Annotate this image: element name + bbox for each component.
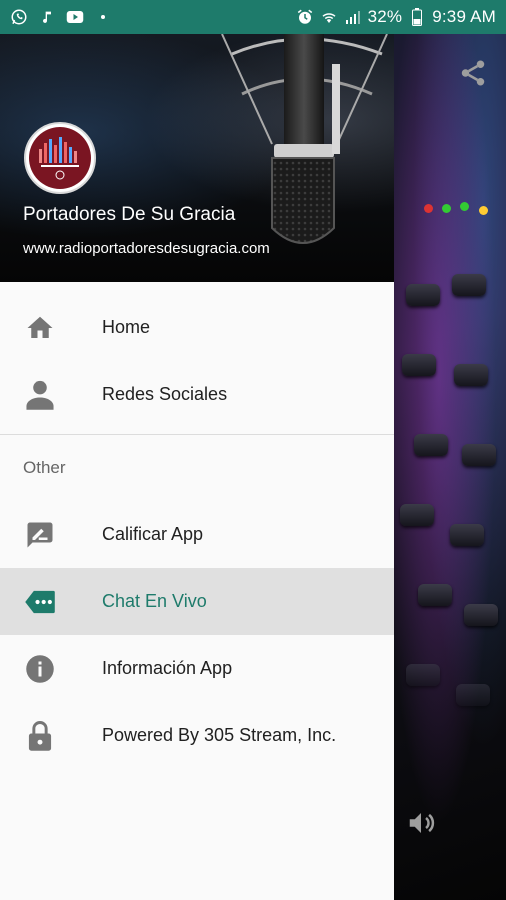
menu-item-home[interactable]: Home [0, 294, 394, 361]
youtube-icon [66, 8, 84, 26]
alarm-icon [296, 8, 314, 26]
menu-item-redes-sociales[interactable]: Redes Sociales [0, 361, 394, 428]
mixer-knob [402, 354, 436, 376]
menu-item-label: Home [102, 317, 151, 337]
menu-item-label: Chat En Vivo [102, 591, 207, 611]
drawer-header: Portadores De Su Gracia www.radioportado… [0, 34, 394, 282]
menu-item-calificar-app[interactable]: Calificar App [0, 501, 394, 568]
rate-review-icon [24, 519, 56, 551]
menu-item-label: Calificar App [102, 524, 204, 544]
mixer-knob [418, 584, 452, 606]
mixer-knob [452, 274, 486, 296]
menu-item-powered-by[interactable]: Powered By 305 Stream, Inc. [0, 702, 394, 769]
mixer-knob [464, 604, 498, 626]
music-note-icon [38, 8, 56, 26]
whatsapp-icon [10, 8, 28, 26]
mixer-knob [414, 434, 448, 456]
navigation-drawer: Portadores De Su Gracia www.radioportado… [0, 34, 394, 900]
chat-tag-icon [24, 586, 56, 618]
menu-item-label: Redes Sociales [102, 384, 228, 404]
signal-icon [344, 8, 362, 26]
menu-item-chat-en-vivo[interactable]: Chat En Vivo [0, 568, 394, 635]
mixer-led [442, 204, 451, 213]
mixer-knob [462, 444, 496, 466]
mixer-knob [450, 524, 484, 546]
station-url[interactable]: www.radioportadoresdesugracia.com [23, 240, 270, 257]
mixer-led [424, 204, 433, 213]
dot-icon [94, 8, 112, 26]
mixer-knob [406, 284, 440, 306]
mixer-knob [454, 364, 488, 386]
station-name: Portadores De Su Gracia [23, 204, 236, 225]
station-logo [24, 122, 96, 194]
mixer-knob [400, 504, 434, 526]
wifi-icon [320, 8, 338, 26]
menu-item-informacion-app[interactable]: Información App [0, 635, 394, 702]
background-mixer-image [394, 34, 506, 900]
menu-item-label: Powered By 305 Stream, Inc. [102, 725, 337, 745]
clock: 9:39 AM [432, 7, 496, 26]
info-icon [24, 653, 56, 685]
volume-icon[interactable] [406, 808, 436, 838]
home-icon [24, 312, 56, 344]
mixer-led [460, 202, 469, 211]
section-header-other: Other [23, 458, 66, 477]
status-bar: 32% 9:39 AM [0, 0, 506, 34]
battery-icon [408, 8, 426, 26]
battery-percent: 32% [367, 7, 403, 26]
menu-item-label: Información App [102, 658, 233, 678]
mixer-led [479, 206, 488, 215]
person-icon [24, 379, 56, 411]
mixer-knob [406, 664, 440, 686]
lock-icon [24, 720, 56, 752]
mixer-knob [456, 684, 490, 706]
share-icon[interactable] [458, 58, 488, 88]
notification-icons [10, 8, 112, 26]
